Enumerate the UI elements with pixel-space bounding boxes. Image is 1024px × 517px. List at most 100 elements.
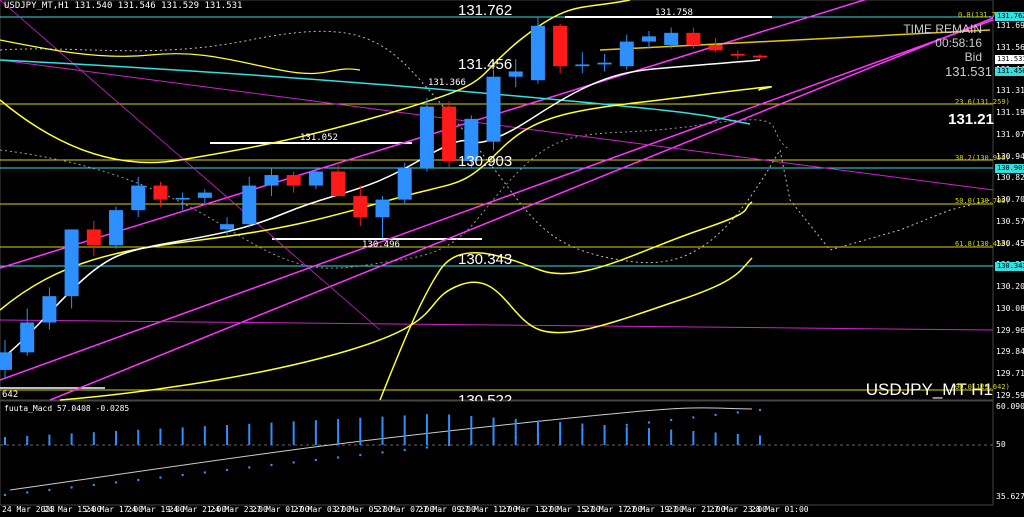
price-tick: 130.945 bbox=[996, 151, 1024, 161]
macd-dot bbox=[3, 493, 7, 497]
bb-mid bbox=[0, 86, 773, 311]
macd-dot bbox=[114, 481, 118, 484]
price-tick: 130.085 bbox=[996, 303, 1024, 313]
price-label-130903: 130.903 bbox=[458, 153, 513, 170]
candle-body bbox=[397, 168, 412, 200]
bb-lower bbox=[59, 257, 753, 401]
price-label-131052: 131.052 bbox=[300, 133, 338, 143]
axis-tag-131531: 131.531 bbox=[995, 55, 1024, 64]
price-tick: 130.700 bbox=[996, 195, 1024, 205]
bid-value: 131.531 bbox=[945, 64, 992, 79]
price-tick: 131.690 bbox=[996, 21, 1024, 30]
price-tick: 131.190 bbox=[996, 108, 1024, 118]
macd-histogram bbox=[3, 408, 762, 497]
trend-channel-mid bbox=[0, 19, 994, 381]
price-label-130522: 130.522 bbox=[458, 392, 513, 401]
macd-dot bbox=[48, 488, 51, 492]
candle-body bbox=[197, 192, 212, 198]
candle-body bbox=[286, 175, 301, 186]
candle-body bbox=[708, 45, 723, 51]
candle-body bbox=[375, 199, 390, 218]
candle-body bbox=[619, 41, 634, 67]
macd-dot bbox=[270, 463, 273, 467]
price-label-131366: 131.366 bbox=[428, 78, 466, 88]
bid-label: Bid bbox=[964, 50, 982, 64]
current-price: 131.21 bbox=[948, 111, 994, 128]
candle-body bbox=[753, 55, 767, 58]
candle-body bbox=[42, 296, 57, 323]
indicator-mid-value: 50 bbox=[996, 440, 1006, 449]
candle-body bbox=[597, 62, 612, 65]
time-remain-label: TIME REMAIN bbox=[903, 22, 982, 36]
price-tick: 130.450 bbox=[996, 238, 1024, 248]
price-label-131758: 131.758 bbox=[655, 8, 693, 18]
candle-body bbox=[153, 185, 168, 200]
macd-dot bbox=[758, 408, 762, 412]
candle-body bbox=[20, 322, 35, 353]
candle-body bbox=[331, 171, 346, 197]
indicator-label: fuuta_Macd 57.0408 -0.0285 bbox=[4, 404, 130, 413]
symbol-header: USDJPY_MT,H1 131.540 131.546 131.529 131… bbox=[4, 1, 243, 11]
time-remain-value: 00:58:16 bbox=[935, 36, 982, 50]
axis-tag-131762: 131.762 bbox=[995, 12, 1024, 21]
candle-body bbox=[131, 185, 146, 211]
candle-body bbox=[575, 64, 590, 67]
candle-body bbox=[353, 196, 368, 218]
price-label-130343: 130.343 bbox=[458, 251, 513, 268]
price-tick: 131.315 bbox=[996, 86, 1024, 96]
candle-body bbox=[86, 229, 101, 246]
trend-line-flat bbox=[0, 319, 994, 331]
price-tick: 130.205 bbox=[996, 282, 1024, 292]
candle-body bbox=[109, 210, 124, 246]
axis-tag-131456: 131.456 bbox=[995, 67, 1024, 76]
candle-body bbox=[553, 25, 568, 67]
macd-dot bbox=[336, 456, 340, 459]
macd-dot bbox=[359, 453, 362, 457]
price-tick: 131.565 bbox=[996, 42, 1024, 52]
macd-dot bbox=[225, 468, 229, 472]
macd-dot bbox=[159, 476, 162, 479]
axis-tag-130343: 130.343 bbox=[995, 262, 1024, 271]
macd-dot bbox=[447, 443, 451, 447]
price-label-130496: 130.496 bbox=[362, 240, 400, 250]
macd-dot bbox=[536, 433, 540, 437]
candle-body bbox=[175, 197, 190, 200]
trend-line-steep bbox=[0, 0, 381, 331]
bb-upper-left bbox=[0, 39, 361, 75]
candle-body bbox=[530, 25, 545, 81]
candle-body bbox=[664, 32, 679, 46]
macd-dot bbox=[492, 438, 495, 442]
fibo-236-label: 23.6(131.259) bbox=[955, 98, 1010, 106]
macd-dot bbox=[669, 418, 673, 422]
candle-body bbox=[486, 76, 501, 142]
macd-dot bbox=[736, 411, 739, 414]
price-tick: 129.590 bbox=[996, 391, 1024, 400]
macd-dot bbox=[425, 446, 429, 449]
macd-dot bbox=[181, 473, 184, 477]
price-tick: 130.825 bbox=[996, 173, 1024, 183]
indicator-bottom-value: 35.6279 bbox=[996, 492, 1024, 501]
axis-tag-130903: 130.903 bbox=[995, 164, 1024, 173]
macd-dot bbox=[581, 428, 584, 432]
candle-body bbox=[641, 36, 656, 42]
macd-dot bbox=[248, 466, 251, 469]
candle-body bbox=[442, 106, 457, 161]
macd-dot bbox=[647, 421, 651, 424]
macd-dot bbox=[625, 423, 628, 427]
macd-dot bbox=[470, 441, 473, 444]
candle-body bbox=[242, 185, 257, 225]
candles-group bbox=[0, 17, 767, 379]
price-tick: 129.715 bbox=[996, 369, 1024, 379]
price-tick: 130.575 bbox=[996, 216, 1024, 226]
macd-dot bbox=[403, 448, 406, 452]
candle-body bbox=[308, 171, 323, 186]
candle-body bbox=[64, 229, 79, 297]
candle-body bbox=[264, 175, 279, 186]
macd-signal-line bbox=[9, 407, 753, 491]
price-label-high: 131.762 bbox=[458, 2, 513, 19]
macd-dot bbox=[558, 431, 562, 434]
candle-body bbox=[419, 106, 434, 169]
macd-dot bbox=[292, 461, 295, 464]
price-tick: 131.070 bbox=[996, 129, 1024, 139]
macd-dot bbox=[314, 458, 318, 462]
